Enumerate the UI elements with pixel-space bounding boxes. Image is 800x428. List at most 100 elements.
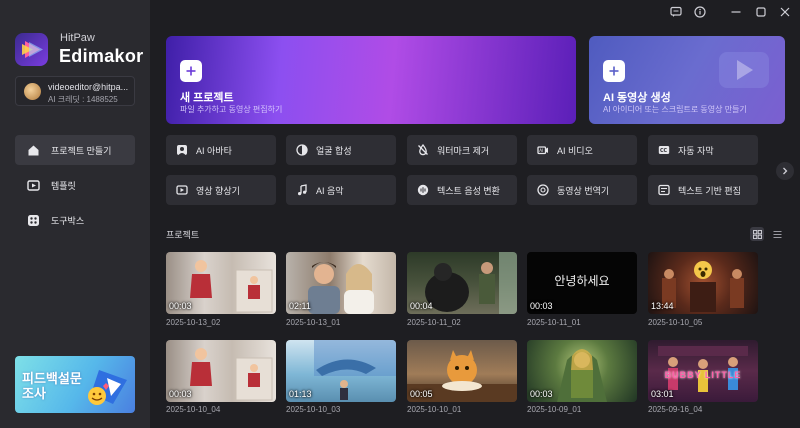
sidebar: HitPaw Edimakor videoeditor@hitpa... AI … — [0, 0, 150, 428]
music-icon — [295, 184, 308, 197]
thumbnail-overlay-text: BUBBY LITTLE — [664, 370, 742, 380]
ai-video-generate-card[interactable]: AI 동영상 생성 AI 아이디어 또는 스크립트로 동영상 만들기 — [589, 36, 785, 124]
tool-ai-music[interactable]: AI 음악 — [286, 175, 396, 205]
minimize-icon[interactable] — [729, 5, 743, 19]
maximize-icon[interactable] — [754, 5, 768, 19]
app-logo-icon — [15, 33, 48, 66]
new-project-card[interactable]: 새 프로젝트 파일 추가하고 동영상 편집하기 — [166, 36, 576, 124]
toolbox-icon — [26, 213, 40, 227]
face-swap-icon — [295, 144, 308, 157]
info-icon[interactable] — [693, 5, 707, 19]
project-date: 2025-10-10_05 — [648, 318, 703, 327]
project-date: 2025-10-10_04 — [166, 405, 221, 414]
grid-view-button[interactable] — [750, 227, 764, 241]
tool-ai-avatar[interactable]: AI 아바타 — [166, 135, 276, 165]
project-thumbnail[interactable]: 02:11 — [286, 252, 396, 314]
close-icon[interactable] — [778, 5, 792, 19]
nav-label: 템플릿 — [51, 180, 76, 191]
tool-label: 영상 향상기 — [196, 185, 240, 196]
plus-icon — [180, 60, 202, 82]
duration: 00:05 — [410, 389, 433, 399]
project-thumbnail[interactable]: BUBBY LITTLE 03:01 — [648, 340, 758, 402]
duration: 00:04 — [410, 301, 433, 311]
project-thumbnail[interactable]: 00:05 — [407, 340, 517, 402]
duration: 13:44 — [651, 301, 674, 311]
scroll-right-button[interactable] — [776, 162, 794, 180]
tool-text-based-edit[interactable]: 텍스트 기반 편집 — [648, 175, 758, 205]
nav-templates[interactable]: 템플릿 — [15, 170, 135, 200]
watermark-remove-icon — [416, 144, 429, 157]
tool-label: 텍스트 음성 변환 — [437, 185, 500, 196]
new-project-subtitle: 파일 추가하고 동영상 편집하기 — [180, 105, 283, 114]
project-date: 2025-10-10_01 — [407, 405, 462, 414]
ai-video-subtitle: AI 아이디어 또는 스크립트로 동영상 만들기 — [603, 105, 747, 114]
brand-small: HitPaw — [60, 32, 95, 44]
projects-title: 프로젝트 — [166, 230, 200, 240]
nav-label: 도구박스 — [51, 215, 85, 226]
project-date: 2025-10-11_01 — [527, 318, 581, 327]
duration: 00:03 — [169, 389, 192, 399]
tool-video-translator[interactable]: 동영상 번역기 — [527, 175, 637, 205]
list-icon — [773, 230, 781, 238]
survey-illustration-icon — [88, 370, 127, 405]
project-date: 2025-10-11_02 — [407, 318, 461, 327]
list-view-button[interactable] — [770, 227, 784, 241]
project-thumbnail[interactable]: 00:04 — [407, 252, 517, 314]
duration: 02:11 — [289, 301, 311, 311]
translate-icon — [536, 184, 549, 197]
project-thumbnail[interactable]: 00:03 — [166, 252, 276, 314]
grid-icon — [752, 229, 762, 239]
tool-label: 자동 자막 — [678, 145, 714, 156]
project-thumbnail[interactable]: 00:03 — [166, 340, 276, 402]
message-icon[interactable] — [669, 5, 683, 19]
project-thumbnail[interactable]: 안녕하세요 00:03 — [527, 252, 637, 314]
account-box[interactable]: videoeditor@hitpa... AI 크레딧 : 1488525 — [15, 76, 135, 106]
feedback-survey-banner[interactable]: 피드백설문조사 — [15, 356, 135, 413]
tool-auto-caption[interactable]: CC 자동 자막 — [648, 135, 758, 165]
tool-watermark-remove[interactable]: 워터마크 제거 — [407, 135, 517, 165]
chevron-right-icon — [783, 167, 788, 175]
tool-text-to-speech[interactable]: 텍스트 음성 변환 — [407, 175, 517, 205]
svg-text:CC: CC — [660, 148, 668, 154]
project-thumbnail[interactable]: 13:44 — [648, 252, 758, 314]
text-to-speech-icon — [416, 184, 429, 197]
project-date: 2025-10-10_03 — [286, 405, 341, 414]
home-icon — [26, 143, 40, 157]
tool-label: 얼굴 합성 — [316, 145, 352, 156]
svg-text:AI: AI — [539, 148, 543, 153]
project-date: 2025-10-09_01 — [527, 405, 582, 414]
project-thumbnail[interactable]: 01:13 — [286, 340, 396, 402]
nav-label: 프로젝트 만들기 — [51, 145, 112, 156]
duration: 03:01 — [651, 389, 674, 399]
duration: 00:03 — [169, 301, 192, 311]
tool-video-enhancer[interactable]: 영상 향상기 — [166, 175, 276, 205]
tool-label: AI 음악 — [316, 185, 344, 196]
tool-label: 텍스트 기반 편집 — [678, 185, 741, 196]
project-date: 2025-10-13_01 — [286, 318, 341, 327]
duration: 00:03 — [530, 389, 553, 399]
thumbnail-overlay-text: 안녕하세요 — [554, 274, 610, 288]
duration: 00:03 — [530, 301, 553, 311]
tool-label: 동영상 번역기 — [557, 185, 610, 196]
ai-video-title: AI 동영상 생성 — [603, 92, 671, 104]
ai-video-icon: AI — [536, 144, 549, 157]
avatar — [24, 83, 41, 100]
promo-text: 피드백설문조사 — [22, 371, 82, 401]
project-date: 2025-09-16_04 — [648, 405, 703, 414]
duration: 01:13 — [289, 389, 312, 399]
project-thumbnail[interactable]: 00:03 — [527, 340, 637, 402]
brand-name: Edimakor — [59, 46, 144, 66]
nav-create-project[interactable]: 프로젝트 만들기 — [15, 135, 135, 165]
tool-face-swap[interactable]: 얼굴 합성 — [286, 135, 396, 165]
plus-icon — [603, 60, 625, 82]
ai-video-decoration-icon — [719, 52, 769, 88]
tool-ai-video[interactable]: AI AI 비디오 — [527, 135, 637, 165]
new-project-title: 새 프로젝트 — [180, 92, 234, 104]
tool-label: 워터마크 제거 — [437, 145, 490, 156]
avatar-icon — [175, 144, 188, 157]
nav-toolbox[interactable]: 도구박스 — [15, 205, 135, 235]
tool-label: AI 비디오 — [557, 145, 593, 156]
tool-label: AI 아바타 — [196, 145, 232, 156]
enhance-icon — [175, 184, 188, 197]
text-edit-icon — [657, 184, 670, 197]
